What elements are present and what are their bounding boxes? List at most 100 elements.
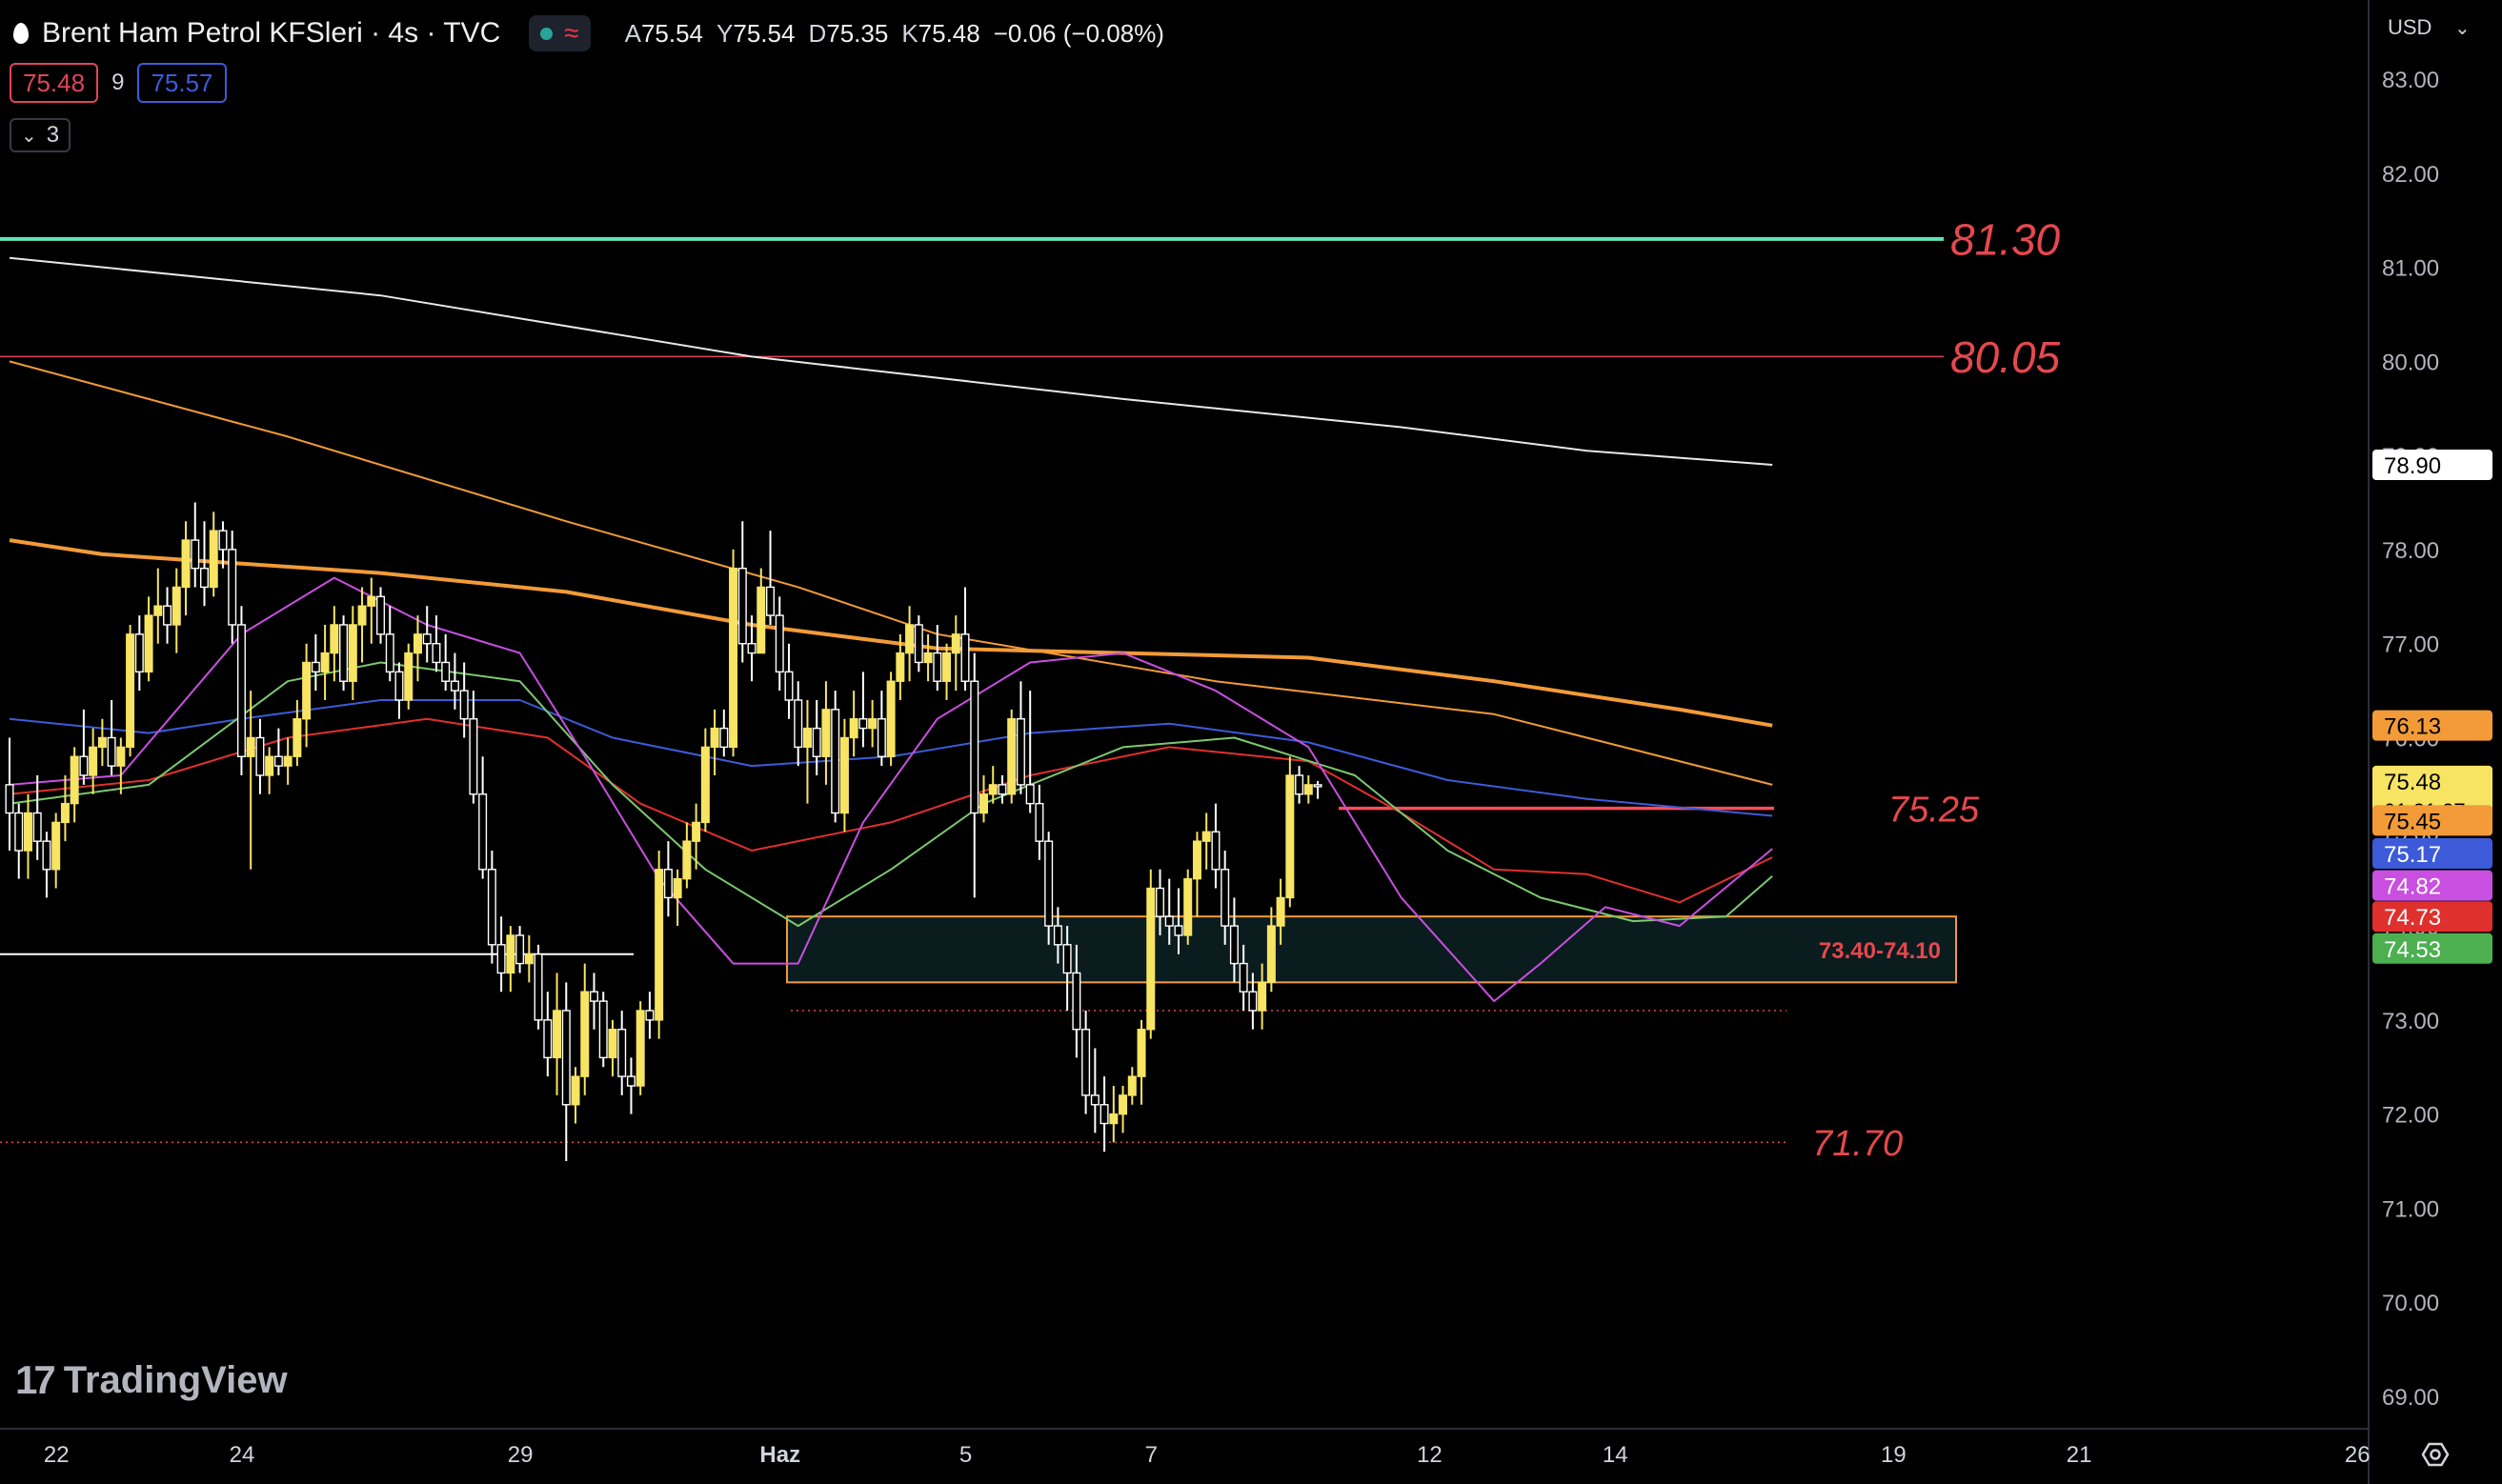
candle-up[interactable] xyxy=(655,851,664,1039)
candle-body xyxy=(1201,831,1211,842)
symbol-header: Brent Ham Petrol KFSleri · 4s · TVC ≈ A7… xyxy=(13,0,1164,67)
candle-body xyxy=(1258,981,1267,1012)
candle-body xyxy=(1183,877,1193,936)
candle-body xyxy=(802,727,812,749)
candle-body xyxy=(839,736,849,814)
ohlc-low-key: D xyxy=(808,18,827,48)
candle-body xyxy=(1303,784,1313,795)
candle-down[interactable] xyxy=(598,992,608,1068)
candle-body xyxy=(218,530,228,551)
bid-ask-row: 75.48 9 75.57 xyxy=(10,63,227,103)
candle-body xyxy=(116,746,126,767)
candle-up[interactable] xyxy=(636,1001,645,1095)
candle-body xyxy=(589,991,598,1002)
candle-body xyxy=(1239,962,1248,993)
candle-body xyxy=(553,1010,562,1059)
candle-body xyxy=(737,567,747,645)
indicators-count: 3 xyxy=(46,122,60,148)
candle-body xyxy=(1295,774,1304,795)
time-axis-tick: 29 xyxy=(508,1442,534,1468)
candle-body xyxy=(376,595,386,635)
candle-body xyxy=(134,633,144,673)
time-axis-tick: 22 xyxy=(44,1442,70,1468)
candle-body xyxy=(181,539,191,589)
support-zone-label: 73.40-74.10 xyxy=(1819,938,1941,964)
candle-body xyxy=(729,567,738,749)
candle-body xyxy=(367,595,376,607)
candle-up[interactable] xyxy=(886,672,896,767)
candle-up[interactable] xyxy=(126,624,135,757)
candle-body xyxy=(348,624,357,682)
chart-canvas[interactable]: 73.40-74.10 81.30 80.05 75.25 71.70 83.00 82… xyxy=(0,0,2502,1484)
candle-up[interactable] xyxy=(729,549,738,757)
chevron-down-icon[interactable]: ⌄ xyxy=(2454,18,2471,39)
market-status-badge[interactable]: ≈ xyxy=(529,15,591,51)
candle-body xyxy=(1156,887,1165,917)
candle-down[interactable] xyxy=(236,606,246,776)
candle-body xyxy=(905,624,915,654)
candle-body xyxy=(1127,1075,1137,1096)
candle-body xyxy=(1025,784,1035,805)
support-zone[interactable] xyxy=(786,915,1957,984)
indicators-toggle[interactable]: ⌄ 3 xyxy=(10,118,71,152)
candle-body xyxy=(1248,991,1258,1012)
candle-body xyxy=(126,633,135,749)
candle-up[interactable] xyxy=(1007,709,1017,804)
candle-body xyxy=(357,605,367,626)
candle-body xyxy=(1313,784,1322,788)
candle-body xyxy=(199,567,209,589)
currency-selector[interactable]: USD xyxy=(2388,15,2431,39)
candle-body xyxy=(450,680,459,692)
candle-body xyxy=(1146,887,1156,1031)
candle-body xyxy=(766,586,776,616)
candle-body xyxy=(626,1075,636,1087)
candle-body xyxy=(692,821,701,842)
candle-body xyxy=(228,549,237,626)
candle-body xyxy=(923,652,933,664)
tradingview-logo-icon: 17 xyxy=(15,1357,56,1402)
candle-body xyxy=(404,652,414,701)
candle-body xyxy=(79,755,89,776)
symbol-title[interactable]: Brent Ham Petrol KFSleri · 4s · TVC xyxy=(42,17,500,50)
candle-up[interactable] xyxy=(1146,869,1156,1039)
candle-body xyxy=(1081,1029,1091,1096)
candle-down[interactable] xyxy=(339,615,349,692)
candle-body xyxy=(394,671,404,701)
candle-body xyxy=(960,633,970,682)
candle-body xyxy=(506,934,515,974)
ohlc-high-key: Y xyxy=(716,18,734,48)
candle-body xyxy=(877,718,886,757)
sell-price-button[interactable]: 75.48 xyxy=(10,63,99,103)
candle-body xyxy=(970,680,979,814)
candle-body xyxy=(608,1029,617,1059)
candle-body xyxy=(302,661,312,720)
candle-up[interactable] xyxy=(404,643,414,710)
candle-body xyxy=(1192,840,1201,880)
candle-body xyxy=(1100,1104,1109,1125)
candle-body xyxy=(1109,1113,1119,1125)
candle-body xyxy=(524,953,534,965)
candle-body xyxy=(942,652,952,682)
candle-body xyxy=(580,991,590,1077)
candle-up[interactable] xyxy=(1285,756,1295,908)
candle-body xyxy=(933,652,942,682)
level-label: 71.70 xyxy=(1812,1124,1903,1164)
candle-body xyxy=(1229,925,1239,965)
chevron-down-icon: ⌄ xyxy=(21,125,37,147)
time-axis-tick: 5 xyxy=(959,1442,972,1468)
candle-body xyxy=(951,633,960,654)
candle-body xyxy=(979,793,988,814)
candle-body xyxy=(107,736,116,767)
candle-down[interactable] xyxy=(831,691,840,823)
ohlc-close-key: K xyxy=(901,18,918,48)
tradingview-logo-text: TradingView xyxy=(63,1358,288,1401)
price-axis-tick: 71.00 xyxy=(2382,1196,2439,1222)
candle-up[interactable] xyxy=(1183,869,1193,945)
candle-body xyxy=(794,699,803,749)
ohlc-high-value: 75.54 xyxy=(733,18,796,48)
candle-down[interactable] xyxy=(534,944,543,1030)
candle-body xyxy=(311,661,320,673)
candle-body xyxy=(673,877,682,899)
buy-price-button[interactable]: 75.57 xyxy=(137,63,227,103)
price-badge-value: 75.48 xyxy=(2384,770,2441,795)
